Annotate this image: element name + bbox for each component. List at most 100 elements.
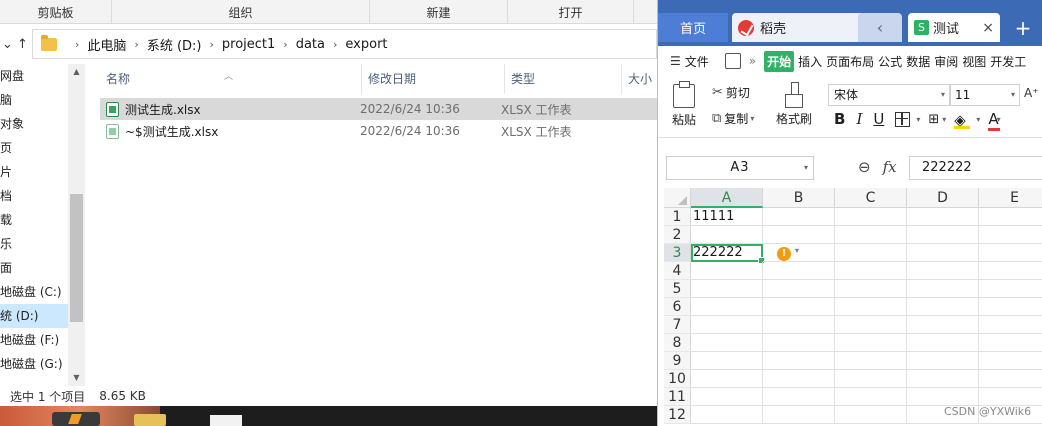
cell-d2[interactable]	[907, 226, 979, 244]
font-color-icon[interactable]: A	[988, 110, 1001, 131]
menu-formulas[interactable]: 公式	[878, 53, 902, 70]
chevron-down-icon[interactable]: ▾	[976, 115, 980, 124]
cell-d4[interactable]	[907, 262, 979, 280]
nav-item-drive-c[interactable]: 地磁盘 (C:)	[0, 280, 68, 304]
cell-e6[interactable]	[979, 298, 1042, 316]
tab-document[interactable]: S 测试 ×	[908, 13, 1000, 42]
zoom-search-icon[interactable]: ⊖	[858, 158, 871, 176]
cell-c12[interactable]	[835, 406, 907, 424]
chevron-down-icon[interactable]: ▾	[942, 115, 946, 124]
save-icon[interactable]	[724, 53, 741, 69]
cell-e11[interactable]	[979, 388, 1042, 406]
menu-file[interactable]: 文件	[685, 53, 709, 70]
cell-d3[interactable]	[907, 244, 979, 262]
address-bar[interactable]: › 此电脑 › 系统 (D:) › project1 › data › expo…	[32, 29, 657, 59]
file-explorer-taskbar-icon[interactable]	[134, 414, 166, 426]
breadcrumb-data[interactable]: data	[296, 37, 325, 52]
fill-color-icon[interactable]: ◈	[954, 111, 971, 129]
cell-a3[interactable]: 222222	[691, 244, 765, 264]
column-type[interactable]: 类型	[505, 64, 622, 94]
column-header-d[interactable]: D	[907, 188, 979, 208]
cell-a4[interactable]	[691, 262, 763, 280]
cell-e2[interactable]	[979, 226, 1042, 244]
scroll-down-icon[interactable]: ▼	[68, 370, 85, 386]
menu-review[interactable]: 审阅	[934, 53, 958, 70]
menu-data[interactable]: 数据	[906, 53, 930, 70]
ribbon-group-open[interactable]: 打开	[508, 0, 634, 24]
chevron-right-icon[interactable]: ›	[134, 38, 138, 51]
chevron-down-icon[interactable]: ▾	[795, 246, 799, 255]
file-row[interactable]: ~$测试生成.xlsx 2022/6/24 10:36 XLSX 工作表	[100, 120, 657, 142]
cell-a2[interactable]	[691, 226, 763, 244]
cell-d9[interactable]	[907, 352, 979, 370]
row-header[interactable]: 2	[664, 226, 691, 244]
nav-item-drive-g[interactable]: 地磁盘 (G:)	[0, 352, 68, 376]
menu-home[interactable]: 开始	[764, 50, 795, 72]
menu-developer[interactable]: 开发工	[990, 53, 1026, 70]
cell-b12[interactable]	[763, 406, 835, 424]
increase-font-icon[interactable]: A⁺	[1024, 86, 1039, 100]
cell-d8[interactable]	[907, 334, 979, 352]
cell-d6[interactable]	[907, 298, 979, 316]
nav-item-drive-f[interactable]: 地磁盘 (F:)	[0, 328, 68, 352]
borders-icon[interactable]	[895, 111, 911, 127]
column-header-b[interactable]: B	[763, 188, 835, 208]
cell-a5[interactable]	[691, 280, 763, 298]
cell-a12[interactable]	[691, 406, 763, 424]
cell-a9[interactable]	[691, 352, 763, 370]
cell-c10[interactable]	[835, 370, 907, 388]
cell-b7[interactable]	[763, 316, 835, 334]
breadcrumb-export[interactable]: export	[345, 37, 387, 52]
cell-d10[interactable]	[907, 370, 979, 388]
cell-e9[interactable]	[979, 352, 1042, 370]
error-check-icon[interactable]: !	[777, 247, 791, 261]
cell-b9[interactable]	[763, 352, 835, 370]
row-header[interactable]: 10	[664, 370, 691, 388]
cell-a7[interactable]	[691, 316, 763, 334]
cell-c6[interactable]	[835, 298, 907, 316]
cell-d1[interactable]	[907, 208, 979, 226]
chevron-right-icon[interactable]: ›	[75, 38, 79, 51]
scroll-thumb[interactable]	[70, 194, 83, 322]
formula-input[interactable]: 222222	[909, 156, 1042, 180]
cell-e8[interactable]	[979, 334, 1042, 352]
breadcrumb-project1[interactable]: project1	[222, 37, 275, 52]
row-header[interactable]: 6	[664, 298, 691, 316]
column-size[interactable]: 大小	[622, 64, 657, 94]
breadcrumb-drive-d[interactable]: 系统 (D:)	[147, 35, 202, 54]
cell-e7[interactable]	[979, 316, 1042, 334]
ribbon-group-organize[interactable]: 组织	[112, 0, 370, 24]
chevron-right-icon[interactable]: ›	[210, 38, 214, 51]
column-date[interactable]: 修改日期	[362, 64, 505, 94]
italic-icon[interactable]: I	[856, 110, 862, 128]
cell-e10[interactable]	[979, 370, 1042, 388]
bold-icon[interactable]: B	[834, 110, 845, 128]
row-header[interactable]: 11	[664, 388, 691, 406]
cell-b10[interactable]	[763, 370, 835, 388]
chevron-right-icon[interactable]: ›	[283, 38, 287, 51]
up-arrow-icon[interactable]: ⌄ ↑	[0, 37, 30, 52]
nav-item[interactable]: 对象	[0, 112, 68, 136]
cell-b8[interactable]	[763, 334, 835, 352]
document-taskbar-icon[interactable]	[210, 415, 242, 426]
column-header-a[interactable]: A	[691, 188, 763, 208]
row-header[interactable]: 8	[664, 334, 691, 352]
menu-insert[interactable]: 插入	[798, 53, 822, 70]
breadcrumb-this-pc[interactable]: 此电脑	[87, 35, 126, 54]
scroll-up-icon[interactable]: ▲	[68, 64, 85, 80]
menu-view[interactable]: 视图	[962, 53, 986, 70]
cell-b5[interactable]	[763, 280, 835, 298]
row-header[interactable]: 12	[664, 406, 691, 424]
cell-c9[interactable]	[835, 352, 907, 370]
column-header-e[interactable]: E	[979, 188, 1042, 208]
name-box[interactable]: A3 ▾	[666, 156, 814, 180]
function-icon[interactable]: fx	[883, 158, 897, 176]
underline-icon[interactable]: U	[873, 110, 884, 128]
nav-item[interactable]: 档	[0, 184, 68, 208]
cell-b1[interactable]	[763, 208, 835, 226]
nav-item[interactable]: 乐	[0, 232, 68, 256]
tab-home[interactable]: 首页	[658, 13, 728, 42]
cell-e5[interactable]	[979, 280, 1042, 298]
cell-e3[interactable]	[979, 244, 1042, 262]
column-name[interactable]: ︿ 名称	[100, 64, 362, 94]
